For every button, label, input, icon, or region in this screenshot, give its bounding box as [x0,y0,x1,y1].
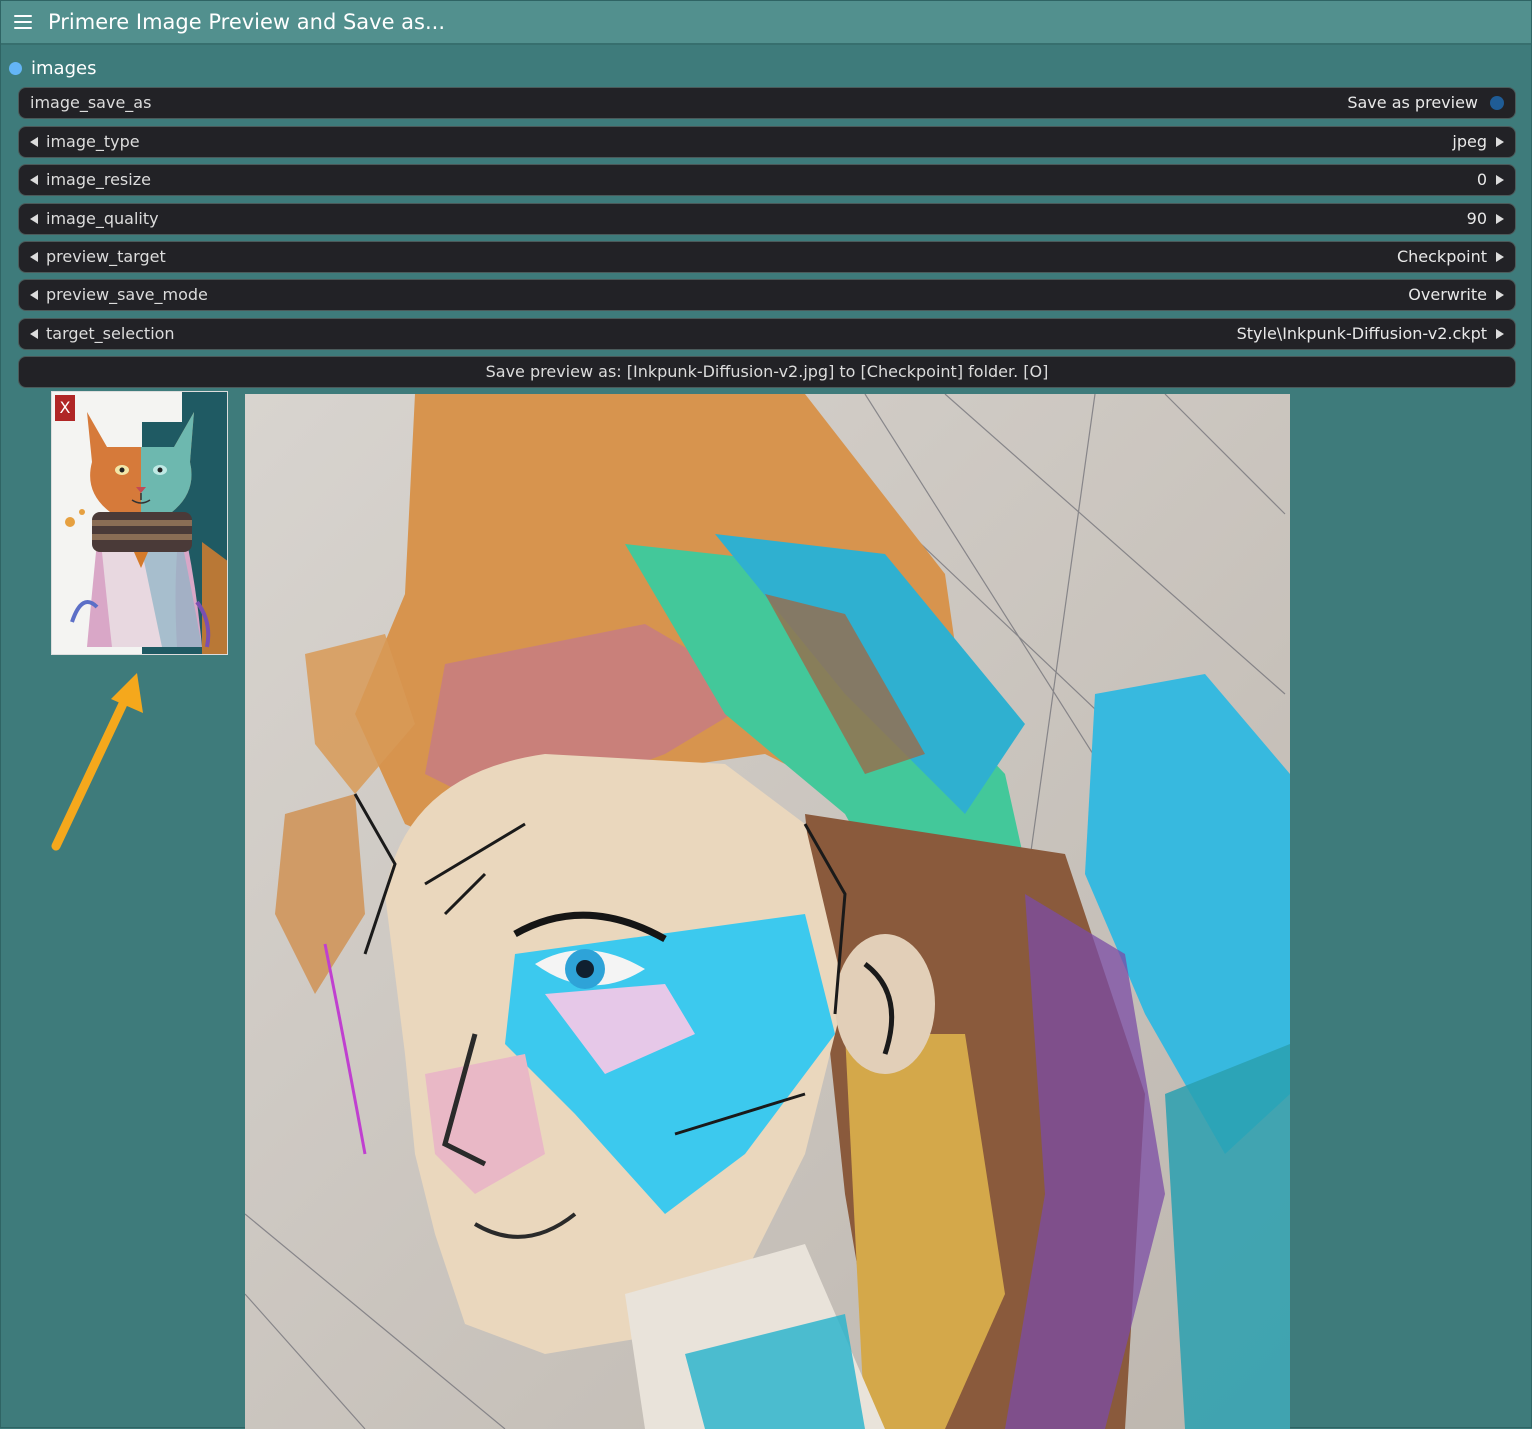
widget-image-resize[interactable]: image_resize 0 [18,164,1516,196]
save-info-text-box: Save preview as: [Inkpunk-Diffusion-v2.j… [18,356,1516,388]
widget-label: target_selection [46,324,175,343]
widget-value: Checkpoint [1396,247,1487,266]
node-title-bar[interactable]: Primere Image Preview and Save as... [1,1,1531,45]
increment-arrow-icon[interactable] [1496,329,1504,339]
close-thumbnail-button[interactable]: X [55,395,75,421]
widget-value: 90 [1466,209,1487,228]
hamburger-menu-icon[interactable] [14,13,34,31]
widget-label: preview_target [46,247,166,266]
widget-label: image_resize [46,170,151,189]
increment-arrow-icon[interactable] [1496,252,1504,262]
widget-preview-target[interactable]: preview_target Checkpoint [18,241,1516,273]
decrement-arrow-icon[interactable] [30,252,38,262]
toggle-icon[interactable] [1490,96,1504,110]
arrow-icon [51,673,143,851]
widget-value: Style\Inkpunk-Diffusion-v2.ckpt [1236,324,1487,343]
widget-target-selection[interactable]: target_selection Style\Inkpunk-Diffusion… [18,318,1516,350]
increment-arrow-icon[interactable] [1496,175,1504,185]
preview-thumbnail[interactable]: X [51,391,228,655]
widget-label: image_save_as [30,93,152,112]
output-dot-icon[interactable] [9,62,22,75]
decrement-arrow-icon[interactable] [30,137,38,147]
node-title: Primere Image Preview and Save as... [48,10,446,34]
decrement-arrow-icon[interactable] [30,290,38,300]
increment-arrow-icon[interactable] [1496,214,1504,224]
main-preview-image [245,394,1290,1429]
widget-label: preview_save_mode [46,285,208,304]
widget-label: image_type [46,132,140,151]
widget-image-quality[interactable]: image_quality 90 [18,203,1516,235]
widget-value: 0 [1476,170,1487,189]
decrement-arrow-icon[interactable] [30,175,38,185]
widget-image-save-as[interactable]: image_save_as Save as preview [18,87,1516,119]
increment-arrow-icon[interactable] [1496,290,1504,300]
primere-preview-node: Primere Image Preview and Save as... ima… [0,0,1532,1429]
widget-label: image_quality [46,209,159,228]
increment-arrow-icon[interactable] [1496,137,1504,147]
widget-value: Save as preview [1347,93,1478,112]
save-info-text: Save preview as: [Inkpunk-Diffusion-v2.j… [485,362,1049,381]
widget-preview-save-mode[interactable]: preview_save_mode Overwrite [18,279,1516,311]
widget-image-type[interactable]: image_type jpeg [18,126,1516,158]
widget-value: jpeg [1452,132,1487,151]
inkpunk-portrait-image [245,394,1290,1429]
cat-illustration-image [52,392,227,654]
decrement-arrow-icon[interactable] [30,214,38,224]
output-label: images [31,58,97,79]
widget-value: Overwrite [1408,285,1487,304]
decrement-arrow-icon[interactable] [30,329,38,339]
